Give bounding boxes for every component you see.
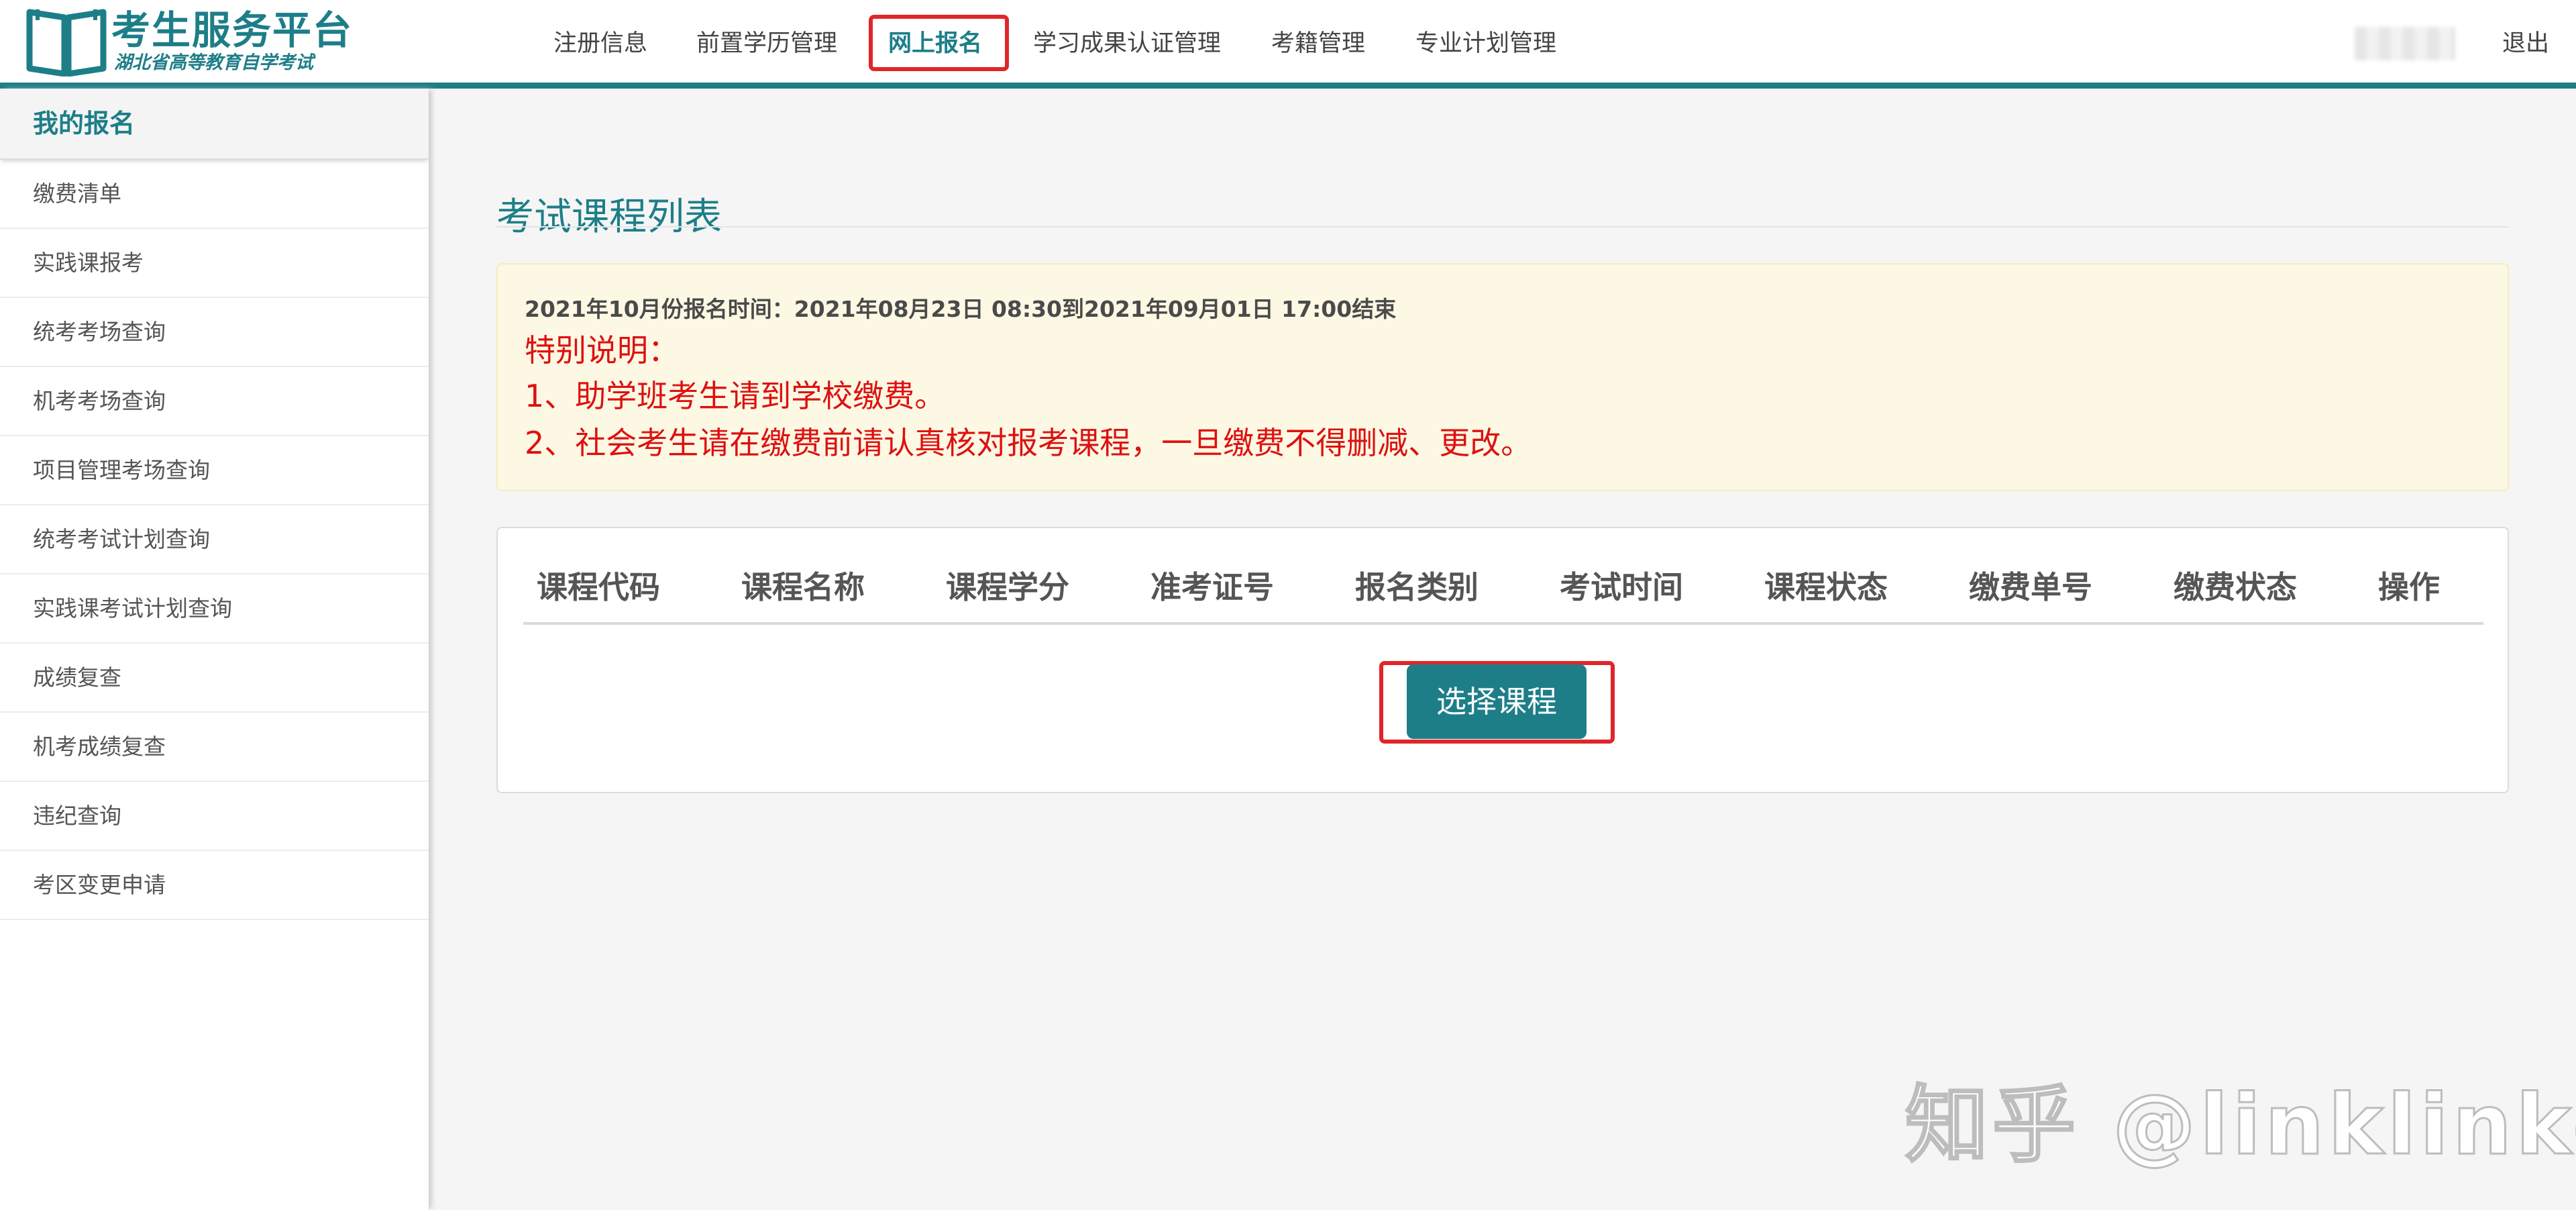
user-name-blurred <box>2355 27 2455 60</box>
logo-title: 考生服务平台 <box>111 7 354 53</box>
sidebar-item-score-review[interactable]: 成绩复查 <box>0 644 429 713</box>
watermark: 知乎 @linklinked <box>1904 1076 2576 1175</box>
logout-link[interactable]: 退出 <box>2502 0 2549 83</box>
nav-highlight-box <box>869 15 1009 71</box>
column-header: 考试时间 <box>1560 569 1683 605</box>
logo[interactable]: 考生服务平台 湖北省高等教育自学考试 <box>24 7 352 77</box>
sidebar-item-project-exam-room-query[interactable]: 项目管理考场查询 <box>0 436 429 505</box>
sidebar-heading[interactable]: 我的报名 <box>0 89 429 160</box>
sidebar-item-practice-plan-query[interactable]: 实践课考试计划查询 <box>0 574 429 644</box>
sidebar-item-exam-plan-query[interactable]: 统考考试计划查询 <box>0 505 429 574</box>
sidebar-item-violation-query[interactable]: 违纪查询 <box>0 782 429 851</box>
column-header: 操作 <box>2378 569 2440 605</box>
nav-item-prior-education[interactable]: 前置学历管理 <box>696 0 837 83</box>
select-course-button[interactable]: 选择课程 <box>1407 664 1587 739</box>
column-header: 报名类别 <box>1355 569 1479 605</box>
open-book-icon <box>26 9 107 77</box>
logo-subtitle: 湖北省高等教育自学考试 <box>114 52 313 73</box>
page-title: 考试课程列表 <box>496 195 722 239</box>
column-header: 课程学分 <box>946 569 1069 605</box>
column-header: 缴费单号 <box>1969 569 2092 605</box>
top-header: 考生服务平台 湖北省高等教育自学考试 注册信息 前置学历管理 网上报名 学习成果… <box>0 0 2576 89</box>
nav-item-registration-info[interactable]: 注册信息 <box>553 0 647 83</box>
special-note-line-1: 1、助学班考生请到学校缴费。 <box>525 378 946 414</box>
nav-item-student-status[interactable]: 考籍管理 <box>1271 0 1365 83</box>
special-note-line-2: 2、社会考生请在缴费前请认真核对报考课程，一旦缴费不得删减、更改。 <box>525 425 1532 461</box>
column-header: 缴费状态 <box>2174 569 2297 605</box>
sidebar-item-payment-list[interactable]: 缴费清单 <box>0 160 429 229</box>
sidebar: 我的报名 缴费清单 实践课报考 统考考场查询 机考考场查询 项目管理考场查询 统… <box>0 89 429 1210</box>
sidebar-item-computer-exam-room-query[interactable]: 机考考场查询 <box>0 367 429 436</box>
column-header: 课程名称 <box>741 569 865 605</box>
sidebar-item-region-change[interactable]: 考区变更申请 <box>0 851 429 920</box>
sidebar-item-exam-room-query[interactable]: 统考考场查询 <box>0 298 429 367</box>
column-header: 课程代码 <box>537 569 660 605</box>
course-table-panel: 课程代码 课程名称 课程学分 准考证号 报名类别 考试时间 课程状态 缴费单号 … <box>496 527 2509 793</box>
notice-box: 2021年10月份报名时间：2021年08月23日 08:30到2021年09月… <box>496 263 2509 491</box>
title-divider <box>496 226 2509 228</box>
nav-item-major-plan[interactable]: 专业计划管理 <box>1415 0 1556 83</box>
nav-item-learning-credit[interactable]: 学习成果认证管理 <box>1033 0 1221 83</box>
column-header: 准考证号 <box>1150 569 1274 605</box>
sidebar-item-computer-score-review[interactable]: 机考成绩复查 <box>0 713 429 782</box>
table-header-row: 课程代码 课程名称 课程学分 准考证号 报名类别 考试时间 课程状态 缴费单号 … <box>523 567 2483 625</box>
page: 考生服务平台 湖北省高等教育自学考试 注册信息 前置学历管理 网上报名 学习成果… <box>0 0 2576 1210</box>
column-header: 课程状态 <box>1764 569 1888 605</box>
sidebar-item-practice-registration[interactable]: 实践课报考 <box>0 229 429 298</box>
registration-time-text: 2021年10月份报名时间：2021年08月23日 08:30到2021年09月… <box>525 296 1397 322</box>
special-note-title: 特别说明： <box>525 332 679 368</box>
